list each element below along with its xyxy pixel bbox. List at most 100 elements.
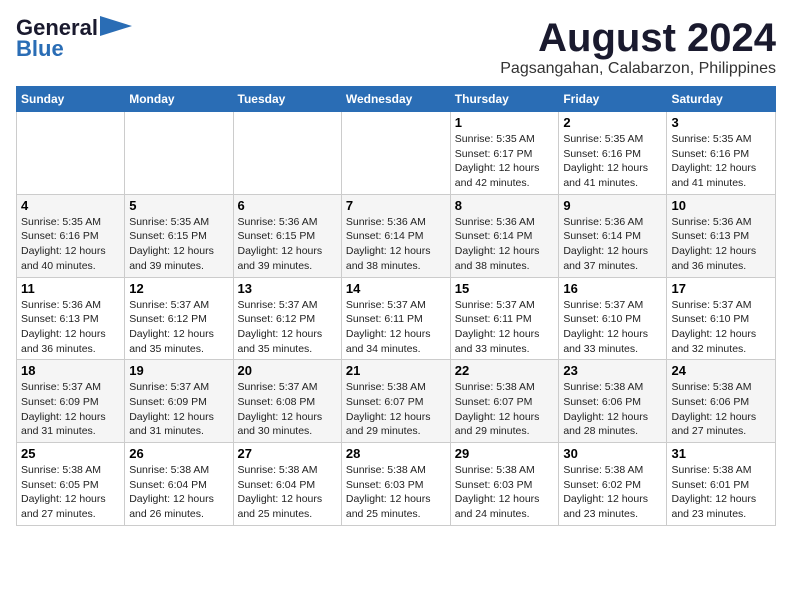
calendar-day-cell: 13 Sunrise: 5:37 AM Sunset: 6:12 PM Dayli… bbox=[233, 277, 341, 360]
calendar-day-cell: 6 Sunrise: 5:36 AM Sunset: 6:15 PM Daylig… bbox=[233, 194, 341, 277]
day-number: 20 bbox=[238, 363, 337, 378]
title-section: August 2024 Pagsangahan, Calabarzon, Phi… bbox=[500, 16, 776, 78]
weekday-header: Thursday bbox=[450, 87, 559, 112]
day-number: 24 bbox=[671, 363, 771, 378]
day-info: Sunrise: 5:36 AM Sunset: 6:13 PM Dayligh… bbox=[21, 298, 120, 357]
day-info: Sunrise: 5:38 AM Sunset: 6:07 PM Dayligh… bbox=[455, 380, 555, 439]
calendar-day-cell: 3Sunrise: 5:35 AM Sunset: 6:16 PM Daylig… bbox=[667, 112, 776, 195]
day-number: 31 bbox=[671, 446, 771, 461]
day-info: Sunrise: 5:38 AM Sunset: 6:04 PM Dayligh… bbox=[238, 463, 337, 522]
calendar-subtitle: Pagsangahan, Calabarzon, Philippines bbox=[500, 60, 776, 78]
calendar-week-row: 11Sunrise: 5:36 AM Sunset: 6:13 PM Dayli… bbox=[17, 277, 776, 360]
calendar-title: August 2024 bbox=[500, 16, 776, 60]
calendar-day-cell: 19 Sunrise: 5:37 AM Sunset: 6:09 PM Dayli… bbox=[125, 360, 233, 443]
calendar-week-row: 1 Sunrise: 5:35 AM Sunset: 6:17 PM Daylig… bbox=[17, 112, 776, 195]
day-number: 14 bbox=[346, 281, 446, 296]
day-number: 15 bbox=[455, 281, 555, 296]
calendar-day-cell: 31 Sunrise: 5:38 AM Sunset: 6:01 PM Dayli… bbox=[667, 443, 776, 526]
calendar-day-cell bbox=[233, 112, 341, 195]
day-info: Sunrise: 5:37 AM Sunset: 6:11 PM Dayligh… bbox=[346, 298, 446, 357]
calendar-day-cell: 27Sunrise: 5:38 AM Sunset: 6:04 PM Dayli… bbox=[233, 443, 341, 526]
day-info: Sunrise: 5:36 AM Sunset: 6:15 PM Dayligh… bbox=[238, 215, 337, 274]
day-info: Sunrise: 5:37 AM Sunset: 6:08 PM Dayligh… bbox=[238, 380, 337, 439]
weekday-header: Monday bbox=[125, 87, 233, 112]
page-header: General Blue August 2024 Pagsangahan, Ca… bbox=[16, 16, 776, 78]
calendar-day-cell: 9Sunrise: 5:36 AM Sunset: 6:14 PM Daylig… bbox=[559, 194, 667, 277]
day-number: 13 bbox=[238, 281, 337, 296]
day-info: Sunrise: 5:38 AM Sunset: 6:06 PM Dayligh… bbox=[563, 380, 662, 439]
calendar-day-cell: 26 Sunrise: 5:38 AM Sunset: 6:04 PM Dayli… bbox=[125, 443, 233, 526]
calendar-day-cell: 10Sunrise: 5:36 AM Sunset: 6:13 PM Dayli… bbox=[667, 194, 776, 277]
calendar-table: SundayMondayTuesdayWednesdayThursdayFrid… bbox=[16, 86, 776, 526]
day-info: Sunrise: 5:37 AM Sunset: 6:09 PM Dayligh… bbox=[129, 380, 228, 439]
header-row: SundayMondayTuesdayWednesdayThursdayFrid… bbox=[17, 87, 776, 112]
day-number: 26 bbox=[129, 446, 228, 461]
calendar-week-row: 18 Sunrise: 5:37 AM Sunset: 6:09 PM Dayli… bbox=[17, 360, 776, 443]
day-info: Sunrise: 5:37 AM Sunset: 6:12 PM Dayligh… bbox=[129, 298, 228, 357]
day-number: 2 bbox=[563, 115, 662, 130]
weekday-header: Wednesday bbox=[341, 87, 450, 112]
day-info: Sunrise: 5:35 AM Sunset: 6:15 PM Dayligh… bbox=[129, 215, 228, 274]
calendar-day-cell: 15 Sunrise: 5:37 AM Sunset: 6:11 PM Dayli… bbox=[450, 277, 559, 360]
day-info: Sunrise: 5:38 AM Sunset: 6:02 PM Dayligh… bbox=[563, 463, 662, 522]
day-number: 5 bbox=[129, 198, 228, 213]
day-number: 29 bbox=[455, 446, 555, 461]
calendar-day-cell: 23Sunrise: 5:38 AM Sunset: 6:06 PM Dayli… bbox=[559, 360, 667, 443]
weekday-header: Friday bbox=[559, 87, 667, 112]
day-info: Sunrise: 5:36 AM Sunset: 6:14 PM Dayligh… bbox=[346, 215, 446, 274]
day-info: Sunrise: 5:37 AM Sunset: 6:10 PM Dayligh… bbox=[563, 298, 662, 357]
day-info: Sunrise: 5:35 AM Sunset: 6:16 PM Dayligh… bbox=[563, 132, 662, 191]
calendar-day-cell: 29 Sunrise: 5:38 AM Sunset: 6:03 PM Dayli… bbox=[450, 443, 559, 526]
calendar-day-cell: 20 Sunrise: 5:37 AM Sunset: 6:08 PM Dayli… bbox=[233, 360, 341, 443]
day-number: 1 bbox=[455, 115, 555, 130]
day-number: 28 bbox=[346, 446, 446, 461]
weekday-header: Tuesday bbox=[233, 87, 341, 112]
day-info: Sunrise: 5:36 AM Sunset: 6:14 PM Dayligh… bbox=[563, 215, 662, 274]
day-info: Sunrise: 5:38 AM Sunset: 6:04 PM Dayligh… bbox=[129, 463, 228, 522]
day-info: Sunrise: 5:37 AM Sunset: 6:12 PM Dayligh… bbox=[238, 298, 337, 357]
logo-blue-text: Blue bbox=[16, 38, 64, 60]
weekday-header: Saturday bbox=[667, 87, 776, 112]
calendar-day-cell: 2 Sunrise: 5:35 AM Sunset: 6:16 PM Daylig… bbox=[559, 112, 667, 195]
day-number: 7 bbox=[346, 198, 446, 213]
logo: General Blue bbox=[16, 16, 132, 60]
calendar-day-cell: 4Sunrise: 5:35 AM Sunset: 6:16 PM Daylig… bbox=[17, 194, 125, 277]
day-number: 6 bbox=[238, 198, 337, 213]
day-info: Sunrise: 5:38 AM Sunset: 6:03 PM Dayligh… bbox=[346, 463, 446, 522]
day-number: 18 bbox=[21, 363, 120, 378]
calendar-day-cell: 22 Sunrise: 5:38 AM Sunset: 6:07 PM Dayli… bbox=[450, 360, 559, 443]
day-number: 25 bbox=[21, 446, 120, 461]
day-info: Sunrise: 5:37 AM Sunset: 6:11 PM Dayligh… bbox=[455, 298, 555, 357]
calendar-day-cell: 5 Sunrise: 5:35 AM Sunset: 6:15 PM Daylig… bbox=[125, 194, 233, 277]
calendar-day-cell: 24 Sunrise: 5:38 AM Sunset: 6:06 PM Dayli… bbox=[667, 360, 776, 443]
calendar-day-cell: 7 Sunrise: 5:36 AM Sunset: 6:14 PM Daylig… bbox=[341, 194, 450, 277]
calendar-day-cell bbox=[341, 112, 450, 195]
day-number: 22 bbox=[455, 363, 555, 378]
day-number: 21 bbox=[346, 363, 446, 378]
calendar-day-cell: 12Sunrise: 5:37 AM Sunset: 6:12 PM Dayli… bbox=[125, 277, 233, 360]
logo-arrow-icon bbox=[100, 16, 132, 36]
day-info: Sunrise: 5:35 AM Sunset: 6:16 PM Dayligh… bbox=[21, 215, 120, 274]
day-info: Sunrise: 5:38 AM Sunset: 6:07 PM Dayligh… bbox=[346, 380, 446, 439]
day-info: Sunrise: 5:36 AM Sunset: 6:14 PM Dayligh… bbox=[455, 215, 555, 274]
day-info: Sunrise: 5:38 AM Sunset: 6:03 PM Dayligh… bbox=[455, 463, 555, 522]
day-number: 17 bbox=[671, 281, 771, 296]
day-info: Sunrise: 5:38 AM Sunset: 6:06 PM Dayligh… bbox=[671, 380, 771, 439]
calendar-day-cell: 11Sunrise: 5:36 AM Sunset: 6:13 PM Dayli… bbox=[17, 277, 125, 360]
calendar-day-cell: 14 Sunrise: 5:37 AM Sunset: 6:11 PM Dayli… bbox=[341, 277, 450, 360]
calendar-day-cell: 28 Sunrise: 5:38 AM Sunset: 6:03 PM Dayli… bbox=[341, 443, 450, 526]
day-number: 30 bbox=[563, 446, 662, 461]
day-info: Sunrise: 5:35 AM Sunset: 6:17 PM Dayligh… bbox=[455, 132, 555, 191]
calendar-week-row: 4Sunrise: 5:35 AM Sunset: 6:16 PM Daylig… bbox=[17, 194, 776, 277]
day-number: 19 bbox=[129, 363, 228, 378]
calendar-day-cell: 21 Sunrise: 5:38 AM Sunset: 6:07 PM Dayli… bbox=[341, 360, 450, 443]
calendar-day-cell: 17Sunrise: 5:37 AM Sunset: 6:10 PM Dayli… bbox=[667, 277, 776, 360]
day-info: Sunrise: 5:38 AM Sunset: 6:05 PM Dayligh… bbox=[21, 463, 120, 522]
calendar-day-cell: 1 Sunrise: 5:35 AM Sunset: 6:17 PM Daylig… bbox=[450, 112, 559, 195]
day-info: Sunrise: 5:38 AM Sunset: 6:01 PM Dayligh… bbox=[671, 463, 771, 522]
calendar-day-cell: 16Sunrise: 5:37 AM Sunset: 6:10 PM Dayli… bbox=[559, 277, 667, 360]
calendar-day-cell: 18 Sunrise: 5:37 AM Sunset: 6:09 PM Dayli… bbox=[17, 360, 125, 443]
day-info: Sunrise: 5:37 AM Sunset: 6:09 PM Dayligh… bbox=[21, 380, 120, 439]
day-number: 10 bbox=[671, 198, 771, 213]
weekday-header: Sunday bbox=[17, 87, 125, 112]
